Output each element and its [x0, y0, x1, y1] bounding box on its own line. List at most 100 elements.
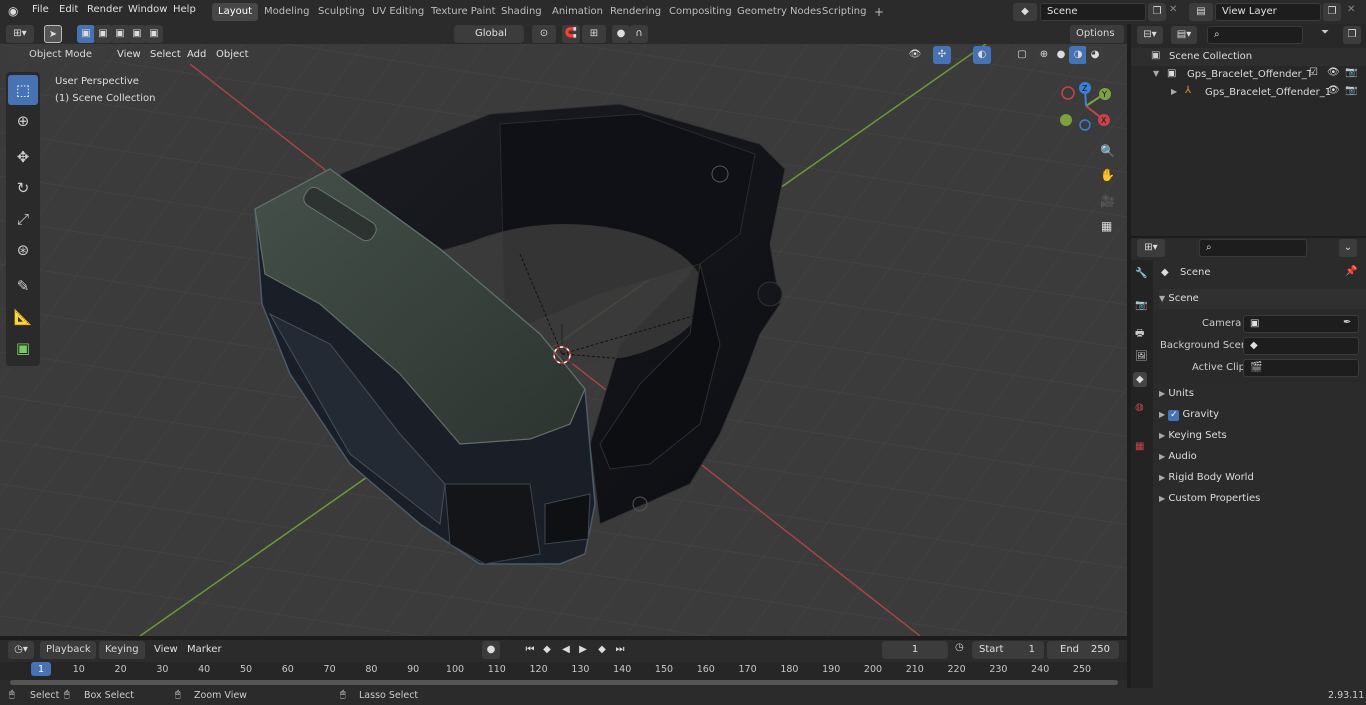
outliner-search-input[interactable]: ⌕	[1207, 26, 1303, 44]
scene-tab-icon[interactable]: ◆	[1133, 372, 1147, 387]
pivot-icon[interactable]: ⊙	[532, 25, 556, 43]
cursor-tool[interactable]: ⊕	[8, 106, 38, 136]
panel-keying-sets[interactable]: ▶ Keying Sets	[1159, 426, 1366, 446]
move-tool[interactable]: ✥	[8, 142, 38, 172]
measure-tool[interactable]: 📐	[8, 302, 38, 332]
viewport-menu-object[interactable]: Object	[216, 49, 249, 60]
object-mode-dropdown[interactable]: Object Mode	[9, 46, 106, 64]
keying-menu[interactable]: Keying	[99, 641, 145, 659]
options-dropdown[interactable]: Options	[1070, 25, 1124, 43]
scene-selector-icon[interactable]: ◆	[1013, 3, 1037, 21]
world-tab-icon[interactable]: ◍	[1135, 402, 1144, 413]
render-camera-icon[interactable]: 📷	[1345, 85, 1357, 96]
menu-help[interactable]: Help	[173, 4, 196, 15]
panel-rigid-body-world[interactable]: ▶ Rigid Body World	[1159, 468, 1366, 488]
zoom-icon[interactable]: 🔍	[1100, 144, 1115, 158]
orientation-dropdown[interactable]: Global	[454, 25, 524, 43]
tab-geometry-nodes[interactable]: Geometry Nodes	[731, 3, 827, 21]
pin-icon[interactable]: 📌	[1345, 266, 1357, 277]
new-scene-icon[interactable]: ❐	[1148, 3, 1166, 21]
mode-extend-icon[interactable]: ▣	[94, 25, 112, 43]
scene-name-field[interactable]: Scene	[1040, 3, 1146, 21]
outliner-item-collection[interactable]: Gps_Bracelet_Offender_Track	[1187, 69, 1311, 80]
next-keyframe-icon[interactable]: ◆	[593, 641, 611, 659]
viewport-menu-select[interactable]: Select	[150, 49, 181, 60]
gizmo-toggle-icon[interactable]: ✣	[933, 46, 951, 64]
rendered-shading-icon[interactable]: ◕	[1086, 46, 1104, 64]
view-layer-field[interactable]: View Layer	[1215, 3, 1321, 21]
new-collection-icon[interactable]: ❐	[1343, 26, 1361, 44]
menu-render[interactable]: Render	[87, 4, 123, 15]
new-view-layer-icon[interactable]: ❐	[1323, 3, 1341, 21]
timeline-marker-menu[interactable]: Marker	[187, 644, 222, 655]
outliner-item-object[interactable]: Gps_Bracelet_Offender_1	[1205, 87, 1331, 98]
render-camera-icon[interactable]: 📷	[1345, 67, 1357, 78]
gravity-checkbox[interactable]: ✓	[1168, 410, 1180, 421]
collection-checkbox[interactable]: ☑	[1309, 67, 1318, 78]
view-layer-tab-icon[interactable]: 🖼	[1135, 351, 1148, 362]
preview-range-icon[interactable]: ◷	[955, 642, 964, 653]
tab-texture-paint[interactable]: Texture Paint	[425, 3, 502, 21]
transform-tool[interactable]: ⊛	[8, 235, 38, 265]
menu-window[interactable]: Window	[128, 4, 167, 15]
panel-custom-properties[interactable]: ▶ Custom Properties	[1159, 489, 1366, 509]
outliner-display-mode-icon[interactable]: ▤▾	[1171, 26, 1197, 44]
tab-layout[interactable]: Layout	[212, 3, 258, 21]
expand-arrow-icon[interactable]: ▼	[1153, 69, 1159, 78]
viewport-menu-view[interactable]: View	[117, 49, 141, 60]
view-layer-selector-icon[interactable]: ▤	[1189, 3, 1213, 21]
jump-start-icon[interactable]: ⏮	[521, 641, 539, 659]
outliner-root[interactable]: Scene Collection	[1169, 51, 1252, 62]
proportional-edit-icon[interactable]: ●	[612, 25, 630, 43]
tab-scripting[interactable]: Scripting	[816, 3, 872, 21]
scale-tool[interactable]: ⤢	[8, 204, 38, 234]
falloff-icon[interactable]: ∩	[630, 25, 648, 43]
menu-edit[interactable]: Edit	[59, 4, 78, 15]
select-tool-icon[interactable]: ➤	[44, 25, 62, 43]
editor-type-icon[interactable]: ⊞▾	[6, 25, 34, 43]
properties-search-input[interactable]: ⌕	[1199, 239, 1307, 257]
mode-intersect-icon[interactable]: ▣	[145, 25, 163, 43]
eye-icon[interactable]: 👁	[1327, 67, 1340, 78]
blender-logo-icon[interactable]: ◉	[8, 4, 18, 18]
playback-menu[interactable]: Playback	[40, 641, 96, 659]
mode-new-icon[interactable]: ▣	[77, 25, 95, 43]
visibility-icon[interactable]: 👁	[903, 46, 927, 64]
tab-modeling[interactable]: Modeling	[258, 3, 316, 21]
tab-shading[interactable]: Shading	[495, 3, 548, 21]
solid-shading-icon[interactable]: ●	[1052, 46, 1070, 64]
navigation-gizmo[interactable]: Z Y X	[1056, 80, 1116, 132]
menu-file[interactable]: File	[32, 4, 49, 15]
current-frame-field[interactable]: 1	[882, 641, 948, 659]
active-clip-field[interactable]: 🎬	[1243, 359, 1359, 377]
auto-keying-icon[interactable]: ●	[482, 641, 500, 659]
overlay-toggle-icon[interactable]: ◐	[973, 46, 991, 64]
panel-gravity[interactable]: ▶ ✓ Gravity	[1159, 405, 1366, 425]
add-cube-tool[interactable]: ▣	[8, 333, 38, 363]
background-scene-field[interactable]: ◆	[1243, 337, 1359, 355]
section-scene[interactable]: ▼ Scene	[1159, 289, 1366, 309]
eyedropper-icon[interactable]: ✒	[1343, 317, 1351, 328]
eye-icon[interactable]: 👁	[1327, 85, 1340, 96]
timeline-scrollbar[interactable]	[10, 680, 1118, 685]
panel-units[interactable]: ▶ Units	[1159, 384, 1366, 404]
expand-arrow-icon[interactable]: ▶	[1171, 87, 1177, 96]
annotate-tool[interactable]: ✎	[8, 271, 38, 301]
tab-sculpting[interactable]: Sculpting	[312, 3, 371, 21]
camera-field[interactable]: ▣	[1243, 315, 1359, 333]
tab-compositing[interactable]: Compositing	[663, 3, 738, 21]
viewport-canvas[interactable]	[0, 44, 1127, 636]
jump-end-icon[interactable]: ⏭	[611, 641, 629, 659]
filter-icon[interactable]: ⏷	[1321, 27, 1329, 38]
outliner-editor-type-icon[interactable]: ⊟▾	[1137, 26, 1163, 44]
tool-tab-icon[interactable]: 🔧	[1135, 268, 1147, 279]
properties-editor-type-icon[interactable]: ⊞▾	[1137, 239, 1165, 257]
prev-keyframe-icon[interactable]: ◆	[538, 641, 556, 659]
timeline-view-menu[interactable]: View	[154, 644, 178, 655]
xray-icon[interactable]: ▢	[1013, 46, 1031, 64]
rotate-tool[interactable]: ↻	[8, 173, 38, 203]
viewport-menu-add[interactable]: Add	[187, 49, 206, 60]
add-workspace-button[interactable]: +	[868, 3, 890, 21]
pan-hand-icon[interactable]: ✋	[1100, 168, 1115, 182]
mode-invert-icon[interactable]: ▣	[128, 25, 146, 43]
